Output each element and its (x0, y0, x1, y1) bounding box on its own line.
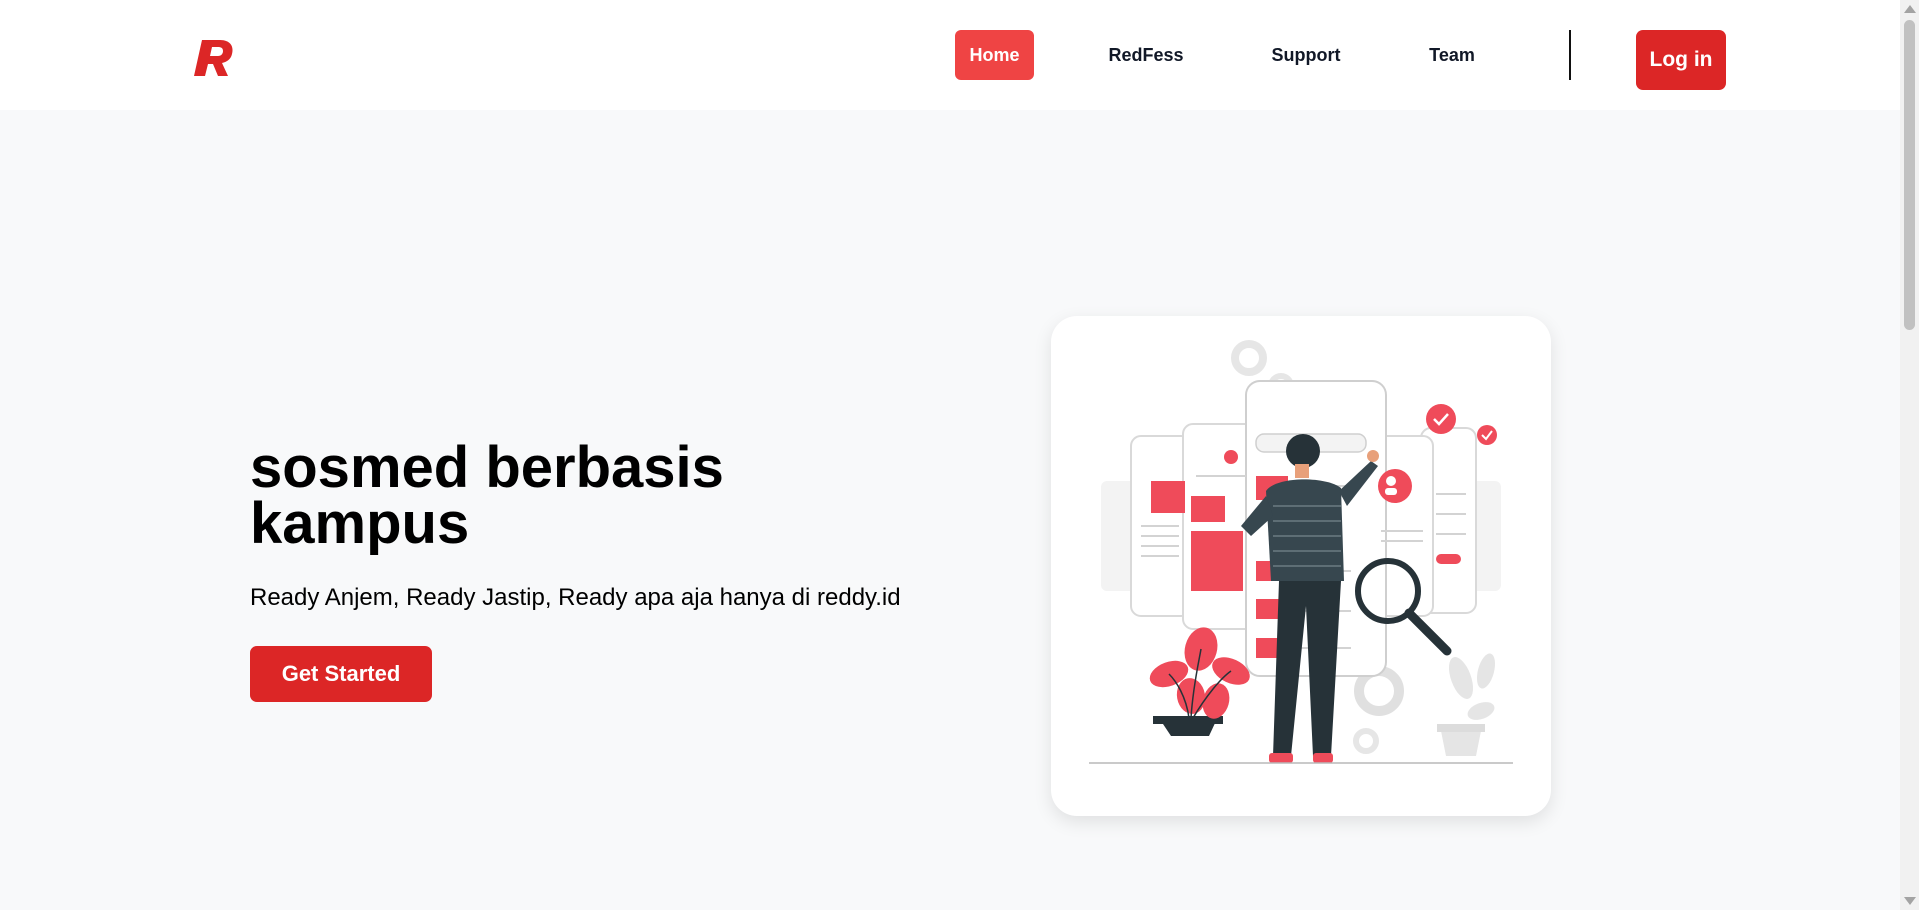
scroll-down-arrow-icon[interactable] (1904, 897, 1916, 905)
hero-title-line-2: kampus (250, 491, 470, 556)
hero-title: sosmed berbasis kampus (250, 435, 870, 556)
nav-link-home[interactable]: Home (955, 30, 1034, 80)
nav-link-team[interactable]: Team (1420, 30, 1484, 80)
person-browsing-app-screens-illustration-icon (1089, 340, 1513, 764)
hero-subtitle: Ready Anjem, Ready Jastip, Ready apa aja… (250, 584, 901, 611)
get-started-button[interactable]: Get Started (250, 646, 432, 702)
nav-divider (1569, 30, 1571, 80)
login-button[interactable]: Log in (1636, 30, 1726, 90)
nav-link-redfess[interactable]: RedFess (1100, 30, 1192, 80)
page-scrollbar[interactable] (1900, 0, 1919, 910)
navbar: Home RedFess Support Team Log in (0, 0, 1900, 110)
scroll-thumb[interactable] (1904, 20, 1915, 330)
hero-title-line-1: sosmed berbasis (250, 435, 724, 500)
nav-link-support[interactable]: Support (1264, 30, 1348, 80)
hero-illustration-card (1051, 316, 1551, 816)
page: Home RedFess Support Team Log in sosmed … (0, 0, 1919, 910)
scroll-up-arrow-icon[interactable] (1904, 5, 1916, 13)
reddy-logo-icon[interactable] (188, 34, 236, 78)
